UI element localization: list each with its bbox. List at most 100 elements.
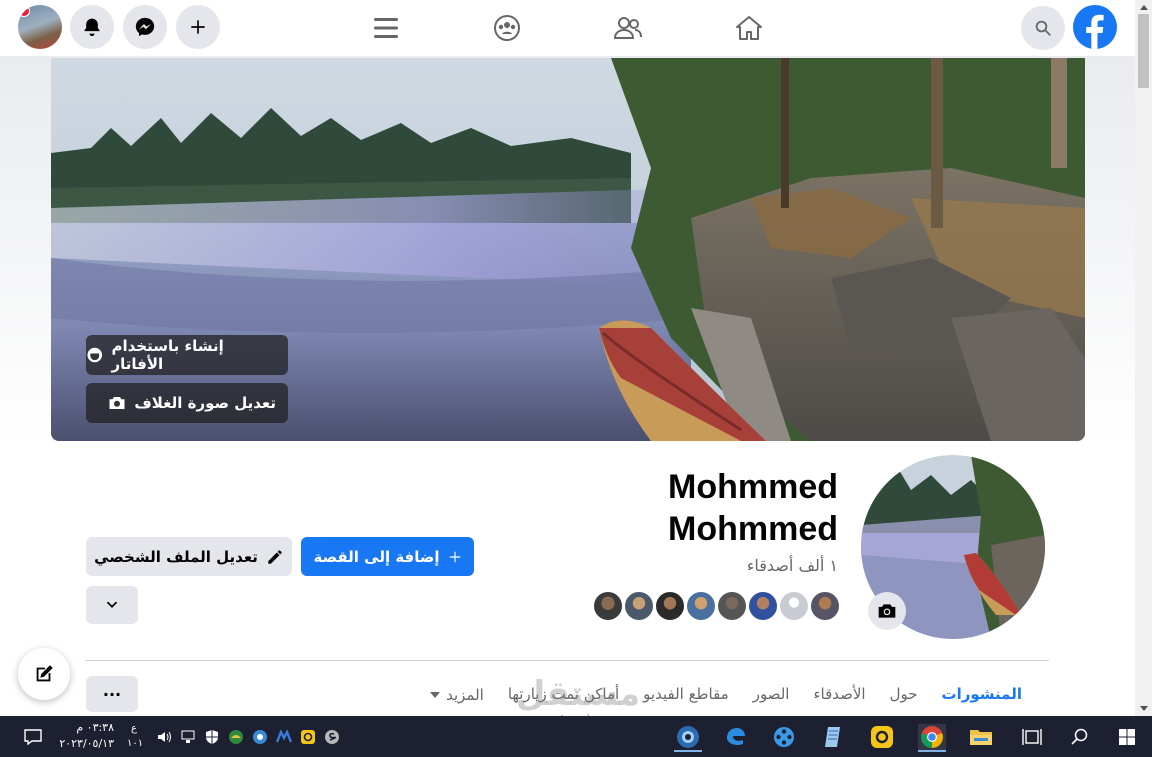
- input-language[interactable]: ع ١٠١: [127, 721, 144, 751]
- task-view-button[interactable]: [1019, 724, 1045, 750]
- tray-app-icon[interactable]: [252, 729, 268, 745]
- friend-avatar[interactable]: [654, 590, 686, 622]
- taskbar-app[interactable]: [820, 724, 846, 750]
- taskbar-app[interactable]: [869, 724, 895, 750]
- friend-avatar[interactable]: [778, 590, 810, 622]
- search-icon: [1071, 728, 1088, 745]
- top-navigation-bar: [0, 0, 1135, 56]
- profile-avatar-button[interactable]: [18, 5, 62, 49]
- profile-divider: [86, 660, 1049, 661]
- create-button[interactable]: [176, 5, 220, 49]
- add-icon: [191, 20, 205, 34]
- facebook-logo[interactable]: [1073, 5, 1117, 49]
- scroll-up-arrow[interactable]: [1135, 0, 1152, 14]
- friend-avatar[interactable]: [623, 590, 655, 622]
- tab-friends[interactable]: الأصدقاء: [801, 681, 877, 709]
- profile-name-line2: Mohmmed: [668, 510, 838, 548]
- camera-icon: [109, 397, 125, 409]
- friends-tab[interactable]: [608, 10, 648, 46]
- taskbar-chrome[interactable]: [918, 724, 946, 752]
- security-shield-icon[interactable]: [204, 729, 220, 745]
- watermark-arabic: مستقل: [515, 674, 641, 714]
- friend-avatar[interactable]: [747, 590, 779, 622]
- notifications-icon: [84, 18, 100, 37]
- friends-count[interactable]: ١ ألف أصدقاء: [747, 556, 838, 575]
- scrollbar-thumb[interactable]: [1138, 14, 1149, 88]
- create-avatar-button[interactable]: إنشاء باستخدام الأفاتار: [86, 335, 288, 375]
- menu-tab[interactable]: [366, 10, 406, 46]
- tray-app-icon[interactable]: [324, 729, 340, 745]
- scroll-down-arrow[interactable]: [1135, 702, 1152, 716]
- film-reel-icon: [774, 727, 794, 747]
- tab-more-label: المزيد: [446, 686, 484, 704]
- more-dots-label: ···: [102, 684, 122, 704]
- edit-profile-label: تعديل الملف الشخصي: [94, 547, 258, 566]
- profile-name: Mohmmed Mohmmed: [538, 466, 838, 550]
- app-icon: [871, 726, 893, 748]
- home-tab[interactable]: [729, 10, 769, 46]
- add-to-story-label: إضافة إلى القصة: [313, 547, 440, 566]
- tray-app-icon[interactable]: [300, 729, 316, 745]
- search-button[interactable]: [1021, 6, 1065, 50]
- profile-name-line1: Mohmmed: [668, 468, 838, 506]
- taskbar-edge[interactable]: [723, 724, 749, 750]
- taskbar-app[interactable]: [674, 724, 702, 752]
- taskbar-app[interactable]: [771, 724, 797, 750]
- taskbar-search-button[interactable]: [1067, 724, 1093, 750]
- chevron-down-icon: [107, 601, 117, 608]
- friends-icon: [613, 17, 642, 39]
- new-message-button[interactable]: [18, 648, 70, 700]
- facebook-logo-icon: [1086, 14, 1104, 49]
- messenger-icon: [135, 17, 155, 37]
- caret-down-icon: [430, 692, 441, 698]
- pencil-icon: [268, 549, 282, 564]
- edge-icon: [727, 728, 745, 746]
- clock-time: ٠٣:٣٨ م: [76, 721, 114, 734]
- start-button[interactable]: [1114, 724, 1140, 750]
- edit-cover-photo-button[interactable]: تعديل صورة الغلاف: [86, 383, 288, 423]
- edit-cover-photo-label: تعديل صورة الغلاف: [134, 394, 276, 412]
- language-bottom: ١٠١: [127, 738, 144, 749]
- friend-avatar[interactable]: [716, 590, 748, 622]
- friend-avatar[interactable]: [809, 590, 841, 622]
- windows-taskbar: ٠٣:٣٨ م ٢٠٢٣/٠٥/١٣ ع ١٠١: [0, 716, 1152, 757]
- update-profile-picture-button[interactable]: [868, 592, 906, 630]
- avatar-icon: [87, 347, 103, 363]
- document-icon: [825, 727, 840, 747]
- tab-posts[interactable]: المنشورات: [930, 681, 1034, 709]
- clock-date: ٢٠٢٣/٠٥/١٣: [59, 737, 114, 750]
- add-to-story-button[interactable]: إضافة إلى القصة: [301, 537, 474, 576]
- app-icon: [677, 726, 699, 748]
- plus-icon: [449, 551, 460, 562]
- network-icon[interactable]: [180, 729, 196, 745]
- tab-more[interactable]: المزيد: [418, 681, 496, 709]
- profile-more-options-button[interactable]: [86, 586, 138, 624]
- action-center-button[interactable]: [20, 724, 46, 750]
- tray-app-icon[interactable]: [228, 729, 244, 745]
- notifications-button[interactable]: [70, 5, 114, 49]
- notification-dot: [18, 5, 30, 17]
- taskbar-clock[interactable]: ٠٣:٣٨ م ٢٠٢٣/٠٥/١٣: [58, 720, 114, 752]
- edit-profile-button[interactable]: تعديل الملف الشخصي: [86, 537, 292, 576]
- tab-photos[interactable]: الصور: [741, 681, 802, 709]
- chrome-icon: [921, 726, 943, 748]
- friend-avatar[interactable]: [685, 590, 717, 622]
- task-view-icon: [1022, 729, 1042, 745]
- tray-app-icon[interactable]: [276, 729, 292, 745]
- groups-icon: [494, 15, 520, 41]
- messenger-button[interactable]: [123, 5, 167, 49]
- tab-about[interactable]: حول: [878, 681, 930, 709]
- language-top: ع: [131, 723, 137, 734]
- search-icon: [1035, 20, 1051, 36]
- groups-tab[interactable]: [487, 10, 527, 46]
- volume-icon[interactable]: [156, 729, 172, 745]
- menu-icon: [374, 18, 398, 38]
- folder-icon: [970, 730, 992, 745]
- create-avatar-label: إنشاء باستخدام الأفاتار: [111, 337, 224, 373]
- tabs-more-options-button[interactable]: ···: [86, 676, 138, 712]
- camera-icon: [878, 604, 896, 618]
- page-scrollbar[interactable]: [1135, 0, 1152, 716]
- friend-avatars: [592, 590, 842, 624]
- taskbar-file-explorer[interactable]: [968, 724, 994, 750]
- friend-avatar[interactable]: [592, 590, 624, 622]
